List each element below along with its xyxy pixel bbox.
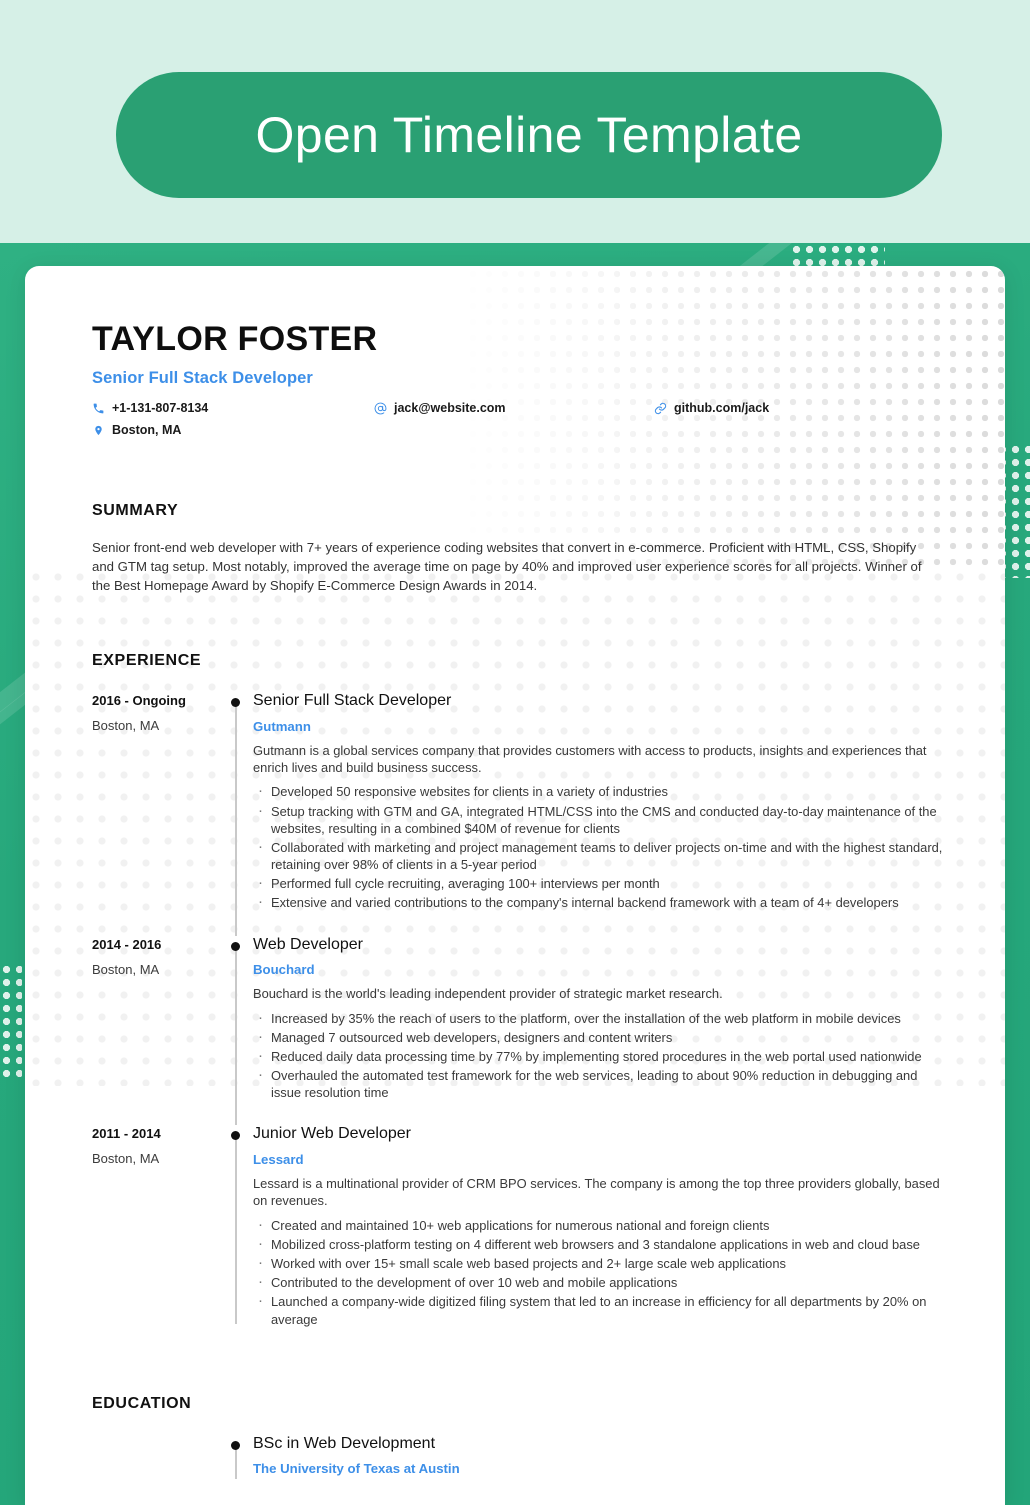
education-meta xyxy=(92,1435,220,1477)
experience-location: Boston, MA xyxy=(92,961,160,977)
contact-email[interactable]: jack@website.com xyxy=(374,401,654,415)
timeline-rail xyxy=(220,1125,253,1329)
timeline-rail xyxy=(220,692,253,936)
education-school: The University of Texas at Austin xyxy=(253,1461,460,1477)
timeline-line xyxy=(235,1135,237,1324)
timeline-line xyxy=(235,1446,237,1479)
experience-bullet-list: Increased by 35% the reach of users to t… xyxy=(253,1008,949,1102)
timeline-dot xyxy=(231,1131,240,1141)
timeline-rail xyxy=(220,1435,253,1479)
experience-bullet: Launched a company-wide digitized filing… xyxy=(253,1291,949,1327)
experience-timeline: 2016 - Ongoing Boston, MA Senior Full Stac… xyxy=(92,692,949,1352)
education-heading: EDUCATION xyxy=(92,1394,192,1412)
experience-entry: 2016 - Ongoing Boston, MA Senior Full Stac… xyxy=(92,692,949,936)
experience-bullet: Setup tracking with GTM and GA, integrat… xyxy=(253,801,949,837)
experience-section: EXPERIENCE 2016 - Ongoing Boston, MA Senio… xyxy=(92,652,949,1352)
experience-location: Boston, MA xyxy=(92,1151,160,1167)
experience-entry: 2014 - 2016 Boston, MA Web Developer Boucha… xyxy=(92,936,949,1126)
candidate-headline: Senior Full Stack Developer xyxy=(92,369,313,387)
summary-text: Senior front-end web developer with 7+ y… xyxy=(92,540,922,593)
summary-heading: SUMMARY xyxy=(92,502,179,519)
experience-role: Junior Web Developer xyxy=(253,1125,412,1143)
resume-card: TAYLOR FOSTER Senior Full Stack Develope… xyxy=(25,266,1005,1505)
experience-bullet: Created and maintained 10+ web applicati… xyxy=(253,1215,949,1235)
open-timeline-template-button[interactable]: Open Timeline Template xyxy=(116,72,942,198)
experience-description: Gutmann is a global services company tha… xyxy=(253,742,927,776)
contact-phone[interactable]: +1-131-807-8134 xyxy=(92,401,374,415)
experience-company: Gutmann xyxy=(253,718,311,734)
experience-bullet: Managed 7 outsourced web developers, des… xyxy=(253,1027,949,1047)
experience-company: Lessard xyxy=(253,1151,304,1167)
summary-section: SUMMARY Senior front-end web developer w… xyxy=(92,502,949,595)
link-icon xyxy=(654,402,667,415)
experience-heading: EXPERIENCE xyxy=(92,652,202,669)
experience-meta: 2016 - Ongoing Boston, MA xyxy=(92,692,220,914)
experience-company: Bouchard xyxy=(253,962,315,978)
experience-body: Junior Web Developer Lessard Lessard is a … xyxy=(253,1125,949,1329)
map-pin-icon xyxy=(92,424,105,437)
timeline-rail xyxy=(220,936,253,1126)
experience-bullet: Increased by 35% the reach of users to t… xyxy=(253,1008,949,1028)
contact-email-value: jack@website.com xyxy=(394,401,506,415)
contact-website[interactable]: github.com/jack xyxy=(654,401,914,415)
phone-icon xyxy=(92,402,105,415)
timeline-dot xyxy=(231,941,240,951)
education-body: BSc in Web Development The University of … xyxy=(253,1435,949,1477)
experience-date-range: 2016 - Ongoing xyxy=(92,693,186,708)
contact-location: Boston, MA xyxy=(92,423,374,437)
experience-role: Web Developer xyxy=(253,935,363,953)
timeline-dot xyxy=(231,1440,240,1450)
decorative-dot-pattern xyxy=(0,963,22,1083)
timeline-line xyxy=(235,945,237,1126)
education-degree: BSc in Web Development xyxy=(253,1434,436,1452)
resume-header: TAYLOR FOSTER Senior Full Stack Develope… xyxy=(92,322,949,445)
education-timeline: BSc in Web Development The University of … xyxy=(92,1435,949,1479)
experience-entry: 2011 - 2014 Boston, MA Junior Web Develope… xyxy=(92,1125,949,1351)
experience-bullet: Reduced daily data processing time by 77… xyxy=(253,1046,949,1066)
experience-bullet: Worked with over 15+ small scale web bas… xyxy=(253,1253,949,1273)
timeline-dot xyxy=(231,698,240,707)
experience-bullet-list: Created and maintained 10+ web applicati… xyxy=(253,1215,949,1328)
education-entry: BSc in Web Development The University of … xyxy=(92,1435,949,1479)
contact-location-value: Boston, MA xyxy=(112,423,182,437)
contact-phone-value: +1-131-807-8134 xyxy=(112,401,209,415)
experience-role: Senior Full Stack Developer xyxy=(253,692,452,709)
experience-location: Boston, MA xyxy=(92,718,160,733)
experience-bullet: Collaborated with marketing and project … xyxy=(253,837,949,873)
experience-body: Web Developer Bouchard Bouchard is the wor… xyxy=(253,936,949,1104)
experience-date-range: 2014 - 2016 xyxy=(92,936,162,952)
promo-banner: Open Timeline Template xyxy=(0,0,1030,243)
experience-bullet: Extensive and varied contributions to th… xyxy=(253,892,949,912)
experience-meta: 2014 - 2016 Boston, MA xyxy=(92,936,220,1104)
experience-bullet: Overhauled the automated test framework … xyxy=(253,1065,949,1101)
contact-details: +1-131-807-8134 Boston, MA jack@website.… xyxy=(92,401,949,445)
experience-description: Bouchard is the world's leading independ… xyxy=(253,986,723,1002)
experience-bullet-list: Developed 50 responsive websites for cli… xyxy=(253,781,949,912)
experience-bullet: Performed full cycle recruiting, averagi… xyxy=(253,873,949,893)
experience-description: Lessard is a multinational provider of C… xyxy=(253,1175,940,1209)
candidate-name: TAYLOR FOSTER xyxy=(92,320,378,358)
at-sign-icon xyxy=(374,402,387,415)
experience-date-range: 2011 - 2014 xyxy=(92,1126,161,1142)
experience-bullet: Contributed to the development of over 1… xyxy=(253,1272,949,1292)
contact-website-value: github.com/jack xyxy=(674,401,770,415)
experience-bullet: Developed 50 responsive websites for cli… xyxy=(253,781,949,801)
education-section: EDUCATION BSc in Web Development The Univ… xyxy=(92,1394,949,1479)
experience-meta: 2011 - 2014 Boston, MA xyxy=(92,1125,220,1329)
timeline-line xyxy=(235,702,237,936)
experience-body: Senior Full Stack Developer Gutmann Gutman… xyxy=(253,692,949,914)
experience-bullet: Mobilized cross-platform testing on 4 di… xyxy=(253,1234,949,1254)
